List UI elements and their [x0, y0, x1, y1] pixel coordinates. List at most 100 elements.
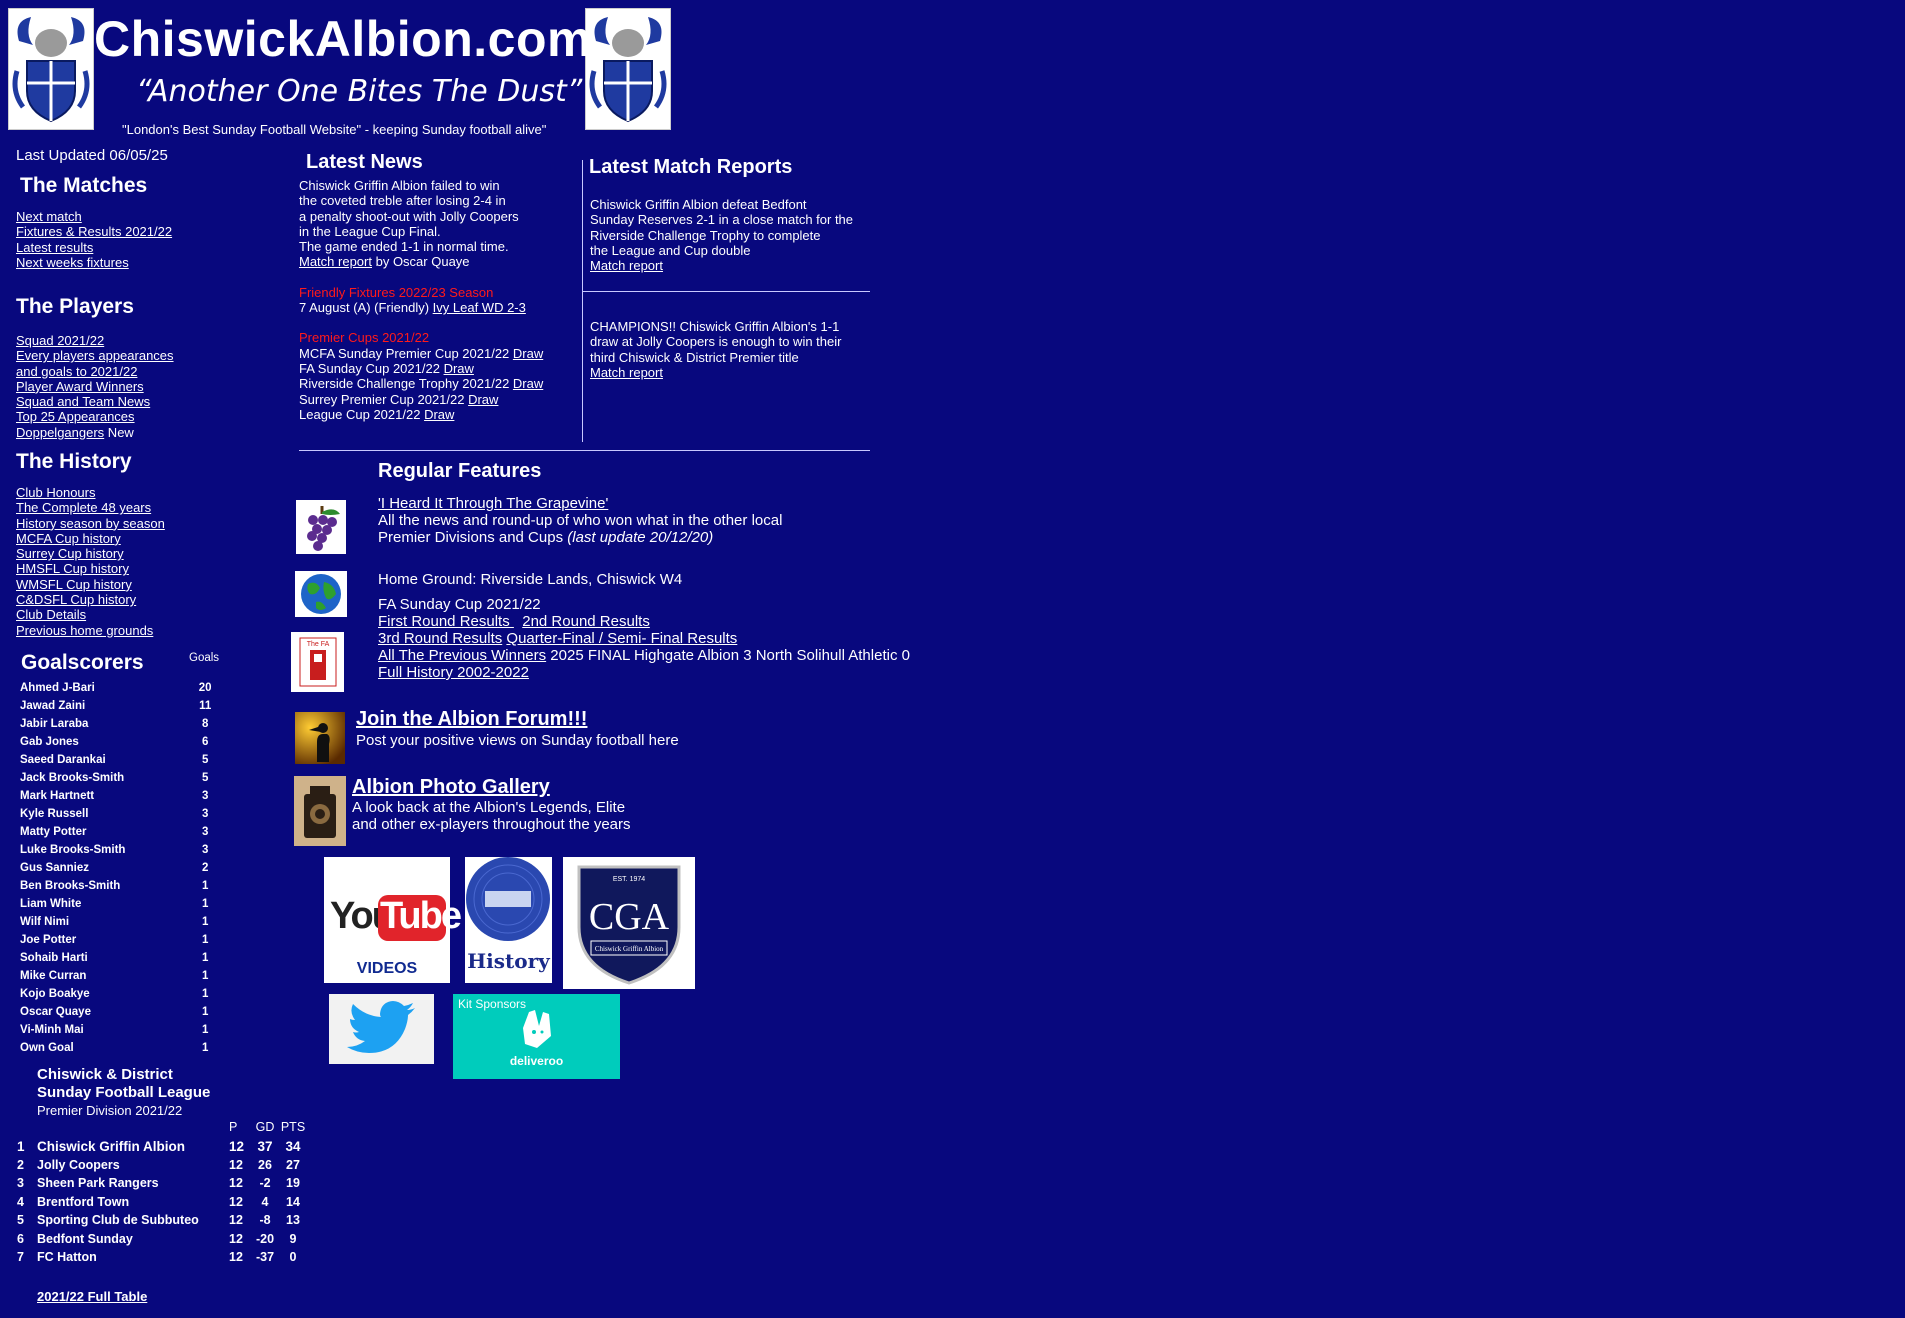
- fa-links-row-2: 3rd Round Results Quarter-Final / Semi- …: [378, 630, 910, 647]
- youtube-tile[interactable]: You Tube VIDEOS: [324, 857, 462, 983]
- cdsfl-cup-history-link[interactable]: C&DSFL Cup history: [16, 592, 165, 607]
- cup-draw-link[interactable]: Draw: [424, 407, 454, 422]
- previous-winners-link[interactable]: All The Previous Winners: [378, 647, 546, 664]
- report-line: Chiswick Griffin Albion defeat Bedfont: [590, 197, 807, 212]
- cga-tile[interactable]: EST. 1974 CGA Chiswick Griffin Albion: [563, 857, 695, 989]
- next-weeks-fixtures-link[interactable]: Next weeks fixtures: [16, 255, 172, 270]
- scorer-goals: 1: [201, 1006, 209, 1018]
- friendly-result-link[interactable]: Ivy Leaf WD 2-3: [433, 300, 526, 315]
- deliveroo-kangaroo-icon: [523, 1010, 551, 1048]
- appearances-goals-link[interactable]: and goals to 2021/22: [16, 364, 174, 379]
- surrey-cup-history-link[interactable]: Surrey Cup history: [16, 546, 165, 561]
- hmsfl-cup-history-link[interactable]: HMSFL Cup history: [16, 561, 165, 576]
- scorer-row: Ahmed J-Bari 20: [20, 679, 220, 697]
- previous-home-grounds-link[interactable]: Previous home grounds: [16, 623, 165, 638]
- scorer-row: Jack Brooks-Smith 5: [20, 769, 220, 787]
- fa-full-history-link[interactable]: Full History 2002-2022: [378, 664, 910, 681]
- scorer-name: Gab Jones: [20, 736, 79, 748]
- scorer-name: Mike Curran: [20, 970, 87, 982]
- kit-sponsor-tile[interactable]: Kit Sponsors deliveroo: [453, 994, 620, 1079]
- appearances-link[interactable]: Every players appearances: [16, 348, 174, 363]
- player-award-winners-link[interactable]: Player Award Winners: [16, 379, 174, 394]
- goal-diff: 26: [258, 1157, 272, 1172]
- fixtures-results-link[interactable]: Fixtures & Results 2021/22: [16, 224, 172, 239]
- match-report-2: CHAMPIONS!! Chiswick Griffin Albion's 1-…: [590, 319, 841, 380]
- history-by-season-link[interactable]: History season by season: [16, 516, 165, 531]
- forum-link[interactable]: Join the Albion Forum!!!: [356, 708, 679, 731]
- second-round-results-link[interactable]: 2nd Round Results: [522, 613, 650, 630]
- twitter-tile[interactable]: [329, 994, 434, 1064]
- grapevine-image[interactable]: [296, 500, 346, 554]
- first-round-results-link[interactable]: First Round Results: [378, 613, 514, 630]
- team: Sheen Park Rangers: [37, 1176, 159, 1191]
- cup-draw-link[interactable]: Draw: [444, 361, 474, 376]
- crest-icon: [589, 17, 667, 123]
- report-line: third Chiswick & District Premier title: [590, 349, 799, 365]
- scorer-goals: 1: [201, 1024, 209, 1036]
- goal-diff: 4: [261, 1194, 269, 1209]
- squad-team-news-link[interactable]: Squad and Team News: [16, 394, 174, 409]
- grapes-icon: [307, 506, 340, 551]
- globe-image: [295, 571, 347, 617]
- cup-row: FA Sunday Cup 2021/22 Draw: [299, 361, 543, 376]
- scorer-goals: 3: [201, 790, 209, 802]
- cga-shield-icon: EST. 1974 CGA Chiswick Griffin Albion: [577, 865, 681, 985]
- team: Chiswick Griffin Albion: [37, 1138, 186, 1154]
- table-row: 1 Chiswick Griffin Albion 12 37 34: [17, 1137, 307, 1156]
- news-report-author: by Oscar Quaye: [371, 254, 470, 270]
- scorer-name: Kyle Russell: [20, 808, 89, 820]
- qf-sf-results-link[interactable]: Quarter-Final / Semi- Final Results: [506, 630, 737, 647]
- cup-draw-link[interactable]: Draw: [513, 346, 543, 361]
- table-row: 4 Brentford Town 12 4 14: [17, 1193, 307, 1212]
- report-1-link[interactable]: Match report: [590, 258, 853, 273]
- mcfa-cup-history-link[interactable]: MCFA Cup history: [16, 531, 165, 546]
- gallery-block: Albion Photo Gallery A look back at the …: [352, 776, 631, 833]
- scorer-goals: 5: [201, 772, 209, 784]
- pos: 3: [17, 1176, 24, 1191]
- latest-results-link[interactable]: Latest results: [16, 240, 172, 255]
- gallery-link[interactable]: Albion Photo Gallery: [352, 776, 631, 799]
- points: 9: [289, 1231, 297, 1246]
- scorer-row: Own Goal 1: [20, 1039, 220, 1057]
- scorer-row: Mark Hartnett 3: [20, 787, 220, 805]
- fa-cup-logo[interactable]: The FA: [291, 632, 344, 692]
- scorer-goals: 3: [201, 808, 209, 820]
- report-2-link[interactable]: Match report: [590, 365, 841, 380]
- report-line: the League and Cup double: [590, 242, 751, 258]
- scorer-row: Joe Potter 1: [20, 931, 220, 949]
- scorer-goals: 20: [198, 682, 212, 694]
- history-tile[interactable]: History: [465, 857, 552, 983]
- full-table-link[interactable]: 2021/22 Full Table: [37, 1289, 147, 1304]
- played: 12: [229, 1157, 243, 1172]
- doppelgangers-row: Doppelgangers New: [16, 425, 174, 440]
- scorer-name: Liam White: [20, 898, 82, 910]
- pos: 6: [17, 1231, 24, 1246]
- grapevine-link[interactable]: 'I Heard It Through The Grapevine': [378, 495, 782, 512]
- gallery-image[interactable]: [294, 776, 346, 846]
- gallery-text-1: A look back at the Albion's Legends, Eli…: [352, 799, 626, 816]
- col-gd: GD: [255, 1120, 275, 1134]
- news-report-row: Match report by Oscar Quaye: [299, 254, 543, 269]
- club-honours-link[interactable]: Club Honours: [16, 485, 165, 500]
- latest-news-heading: Latest News: [306, 151, 423, 173]
- cup-draw-link[interactable]: Draw: [468, 392, 498, 407]
- wmsfl-cup-history-link[interactable]: WMSFL Cup history: [16, 577, 165, 592]
- scorer-row: Jawad Zaini 11: [20, 697, 220, 715]
- cup-draw-link[interactable]: Draw: [513, 376, 543, 391]
- next-match-link[interactable]: Next match: [16, 209, 172, 224]
- top-25-appearances-link[interactable]: Top 25 Appearances: [16, 409, 174, 424]
- youtube-videos-label: VIDEOS: [356, 960, 418, 977]
- crest-icon: [12, 17, 90, 123]
- cup-row: Surrey Premier Cup 2021/22 Draw: [299, 392, 543, 407]
- scorer-goals: 1: [201, 916, 209, 928]
- news-match-report-link[interactable]: Match report: [299, 254, 372, 269]
- regular-features-heading: Regular Features: [378, 460, 542, 482]
- complete-48-years-link[interactable]: The Complete 48 years: [16, 500, 165, 515]
- club-details-link[interactable]: Club Details: [16, 607, 165, 622]
- doppelgangers-link[interactable]: Doppelgangers: [16, 425, 104, 440]
- pos: 5: [17, 1213, 24, 1228]
- squad-link[interactable]: Squad 2021/22: [16, 333, 174, 348]
- third-round-results-link[interactable]: 3rd Round Results: [378, 630, 502, 647]
- report-line: draw at Jolly Coopers is enough to win t…: [590, 334, 842, 350]
- forum-image[interactable]: [295, 712, 345, 764]
